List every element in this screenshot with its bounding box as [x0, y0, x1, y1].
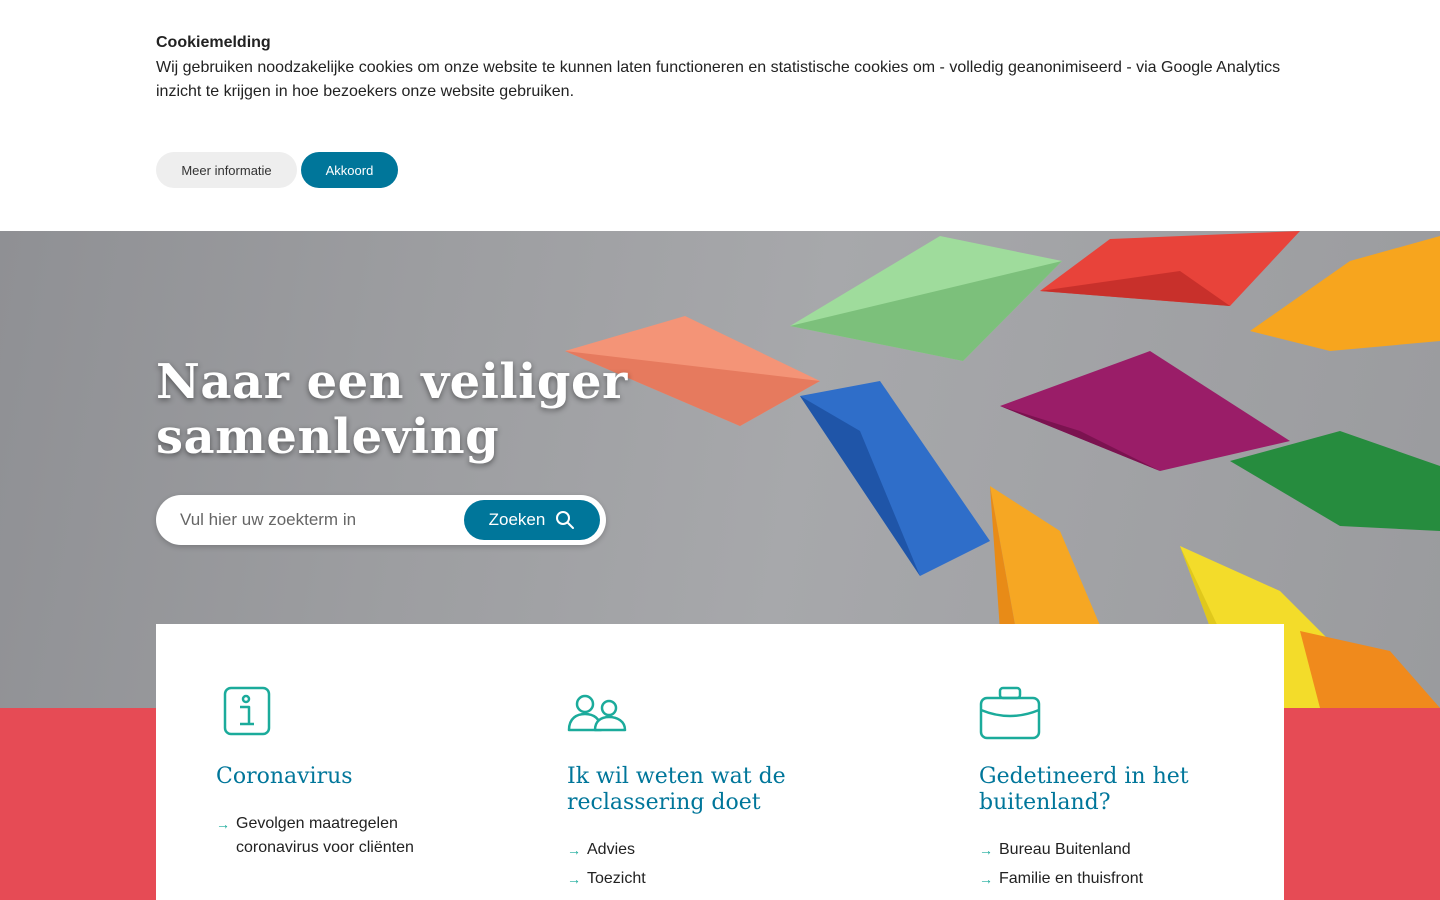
hero-title: Naar een veiliger samenleving: [156, 354, 628, 465]
topic-link[interactable]: → Toezicht: [567, 867, 827, 891]
arrow-right-icon: →: [979, 871, 993, 887]
people-icon: [567, 694, 627, 732]
arrow-right-icon: →: [979, 842, 993, 858]
search-input[interactable]: [180, 505, 450, 535]
cookie-text: Wij gebruiken noodzakelijke cookies om o…: [156, 59, 1281, 100]
topic-links: → Advies → Toezicht: [567, 838, 827, 896]
accept-cookies-button[interactable]: Akkoord: [301, 152, 398, 188]
topic-link[interactable]: → Gevolgen maatregelen coronavirus voor c…: [216, 812, 436, 860]
search-icon: [556, 511, 575, 529]
topic-link[interactable]: → Advies: [567, 838, 827, 862]
topic-title: Coronavirus: [216, 764, 353, 789]
more-info-button[interactable]: Meer informatie: [156, 152, 297, 188]
topic-title: Gedetineerd in het buitenland?: [979, 764, 1189, 815]
arrow-right-icon: →: [216, 816, 230, 832]
arrow-right-icon: →: [567, 842, 581, 858]
search-box: Zoeken: [156, 495, 606, 545]
topic-link[interactable]: → Familie en thuisfront: [979, 867, 1239, 891]
info-icon: [223, 686, 271, 736]
search-button-label: Zoeken: [488, 510, 546, 529]
topics-card: Coronavirus → Gevolgen maatregelen corona…: [156, 624, 1284, 900]
topic-title: Ik wil weten wat de reclassering doet: [567, 764, 786, 815]
cookie-title: Cookiemelding: [156, 34, 271, 51]
briefcase-icon: [979, 686, 1041, 740]
arrow-right-icon: →: [567, 871, 581, 887]
cookie-banner: Cookiemelding Wij gebruiken noodzakelijk…: [0, 0, 1440, 231]
topic-links: → Bureau Buitenland → Familie en thuisfron…: [979, 838, 1239, 896]
topic-link[interactable]: → Bureau Buitenland: [979, 838, 1239, 862]
search-button[interactable]: Zoeken: [464, 500, 600, 540]
topic-links: → Gevolgen maatregelen coronavirus voor c…: [216, 812, 436, 865]
